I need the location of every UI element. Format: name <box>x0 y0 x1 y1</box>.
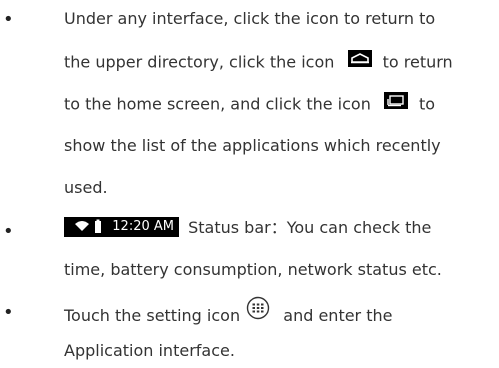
bullet-1: • <box>3 9 14 30</box>
item3-line1: Touch the setting icon and enter the <box>64 296 393 331</box>
bullet-2: • <box>3 221 14 242</box>
item1-line3: to the home screen, and click the icon t… <box>64 92 436 116</box>
apps-grid-icon-svg <box>246 296 270 320</box>
item1-line3-text-a: to the home screen, and click the icon <box>64 94 371 114</box>
manual-page: • Under any interface, click the icon to… <box>0 0 499 368</box>
item1-line1: Under any interface, click the icon to r… <box>64 9 436 28</box>
wifi-icon <box>75 220 89 231</box>
battery-icon <box>95 219 101 233</box>
item1-line5: used. <box>64 178 108 197</box>
recent-apps-icon <box>383 92 408 114</box>
status-bar-image: 12:20 AM <box>64 216 179 237</box>
status-bar-icons <box>75 219 101 233</box>
item3-line2: Application interface. <box>64 341 235 360</box>
item2-line2: time, battery consumption, network statu… <box>64 260 442 279</box>
recent-apps-icon-svg <box>383 92 408 109</box>
apps-grid-icon <box>246 296 270 325</box>
item1-line2: the upper directory, click the icon to r… <box>64 50 453 74</box>
item2-line1: 12:20 AM Status bar：You can check the <box>64 216 432 239</box>
item1-line2-text-a: the upper directory, click the icon <box>64 52 335 72</box>
item3-line1-text-a: Touch the setting icon <box>64 306 241 325</box>
status-time: 12:20 AM <box>112 218 174 234</box>
item1-line3-text-b: to <box>419 94 436 114</box>
item2-line1-text: Status bar：You can check the <box>188 218 432 237</box>
item1-line4: show the list of the applications which … <box>64 136 441 155</box>
item1-line2-text-b: to return <box>382 52 453 72</box>
home-icon <box>347 50 372 72</box>
bullet-3: • <box>3 302 14 323</box>
item3-line1-text-b: and enter the <box>283 306 393 325</box>
home-icon-svg <box>347 50 372 67</box>
